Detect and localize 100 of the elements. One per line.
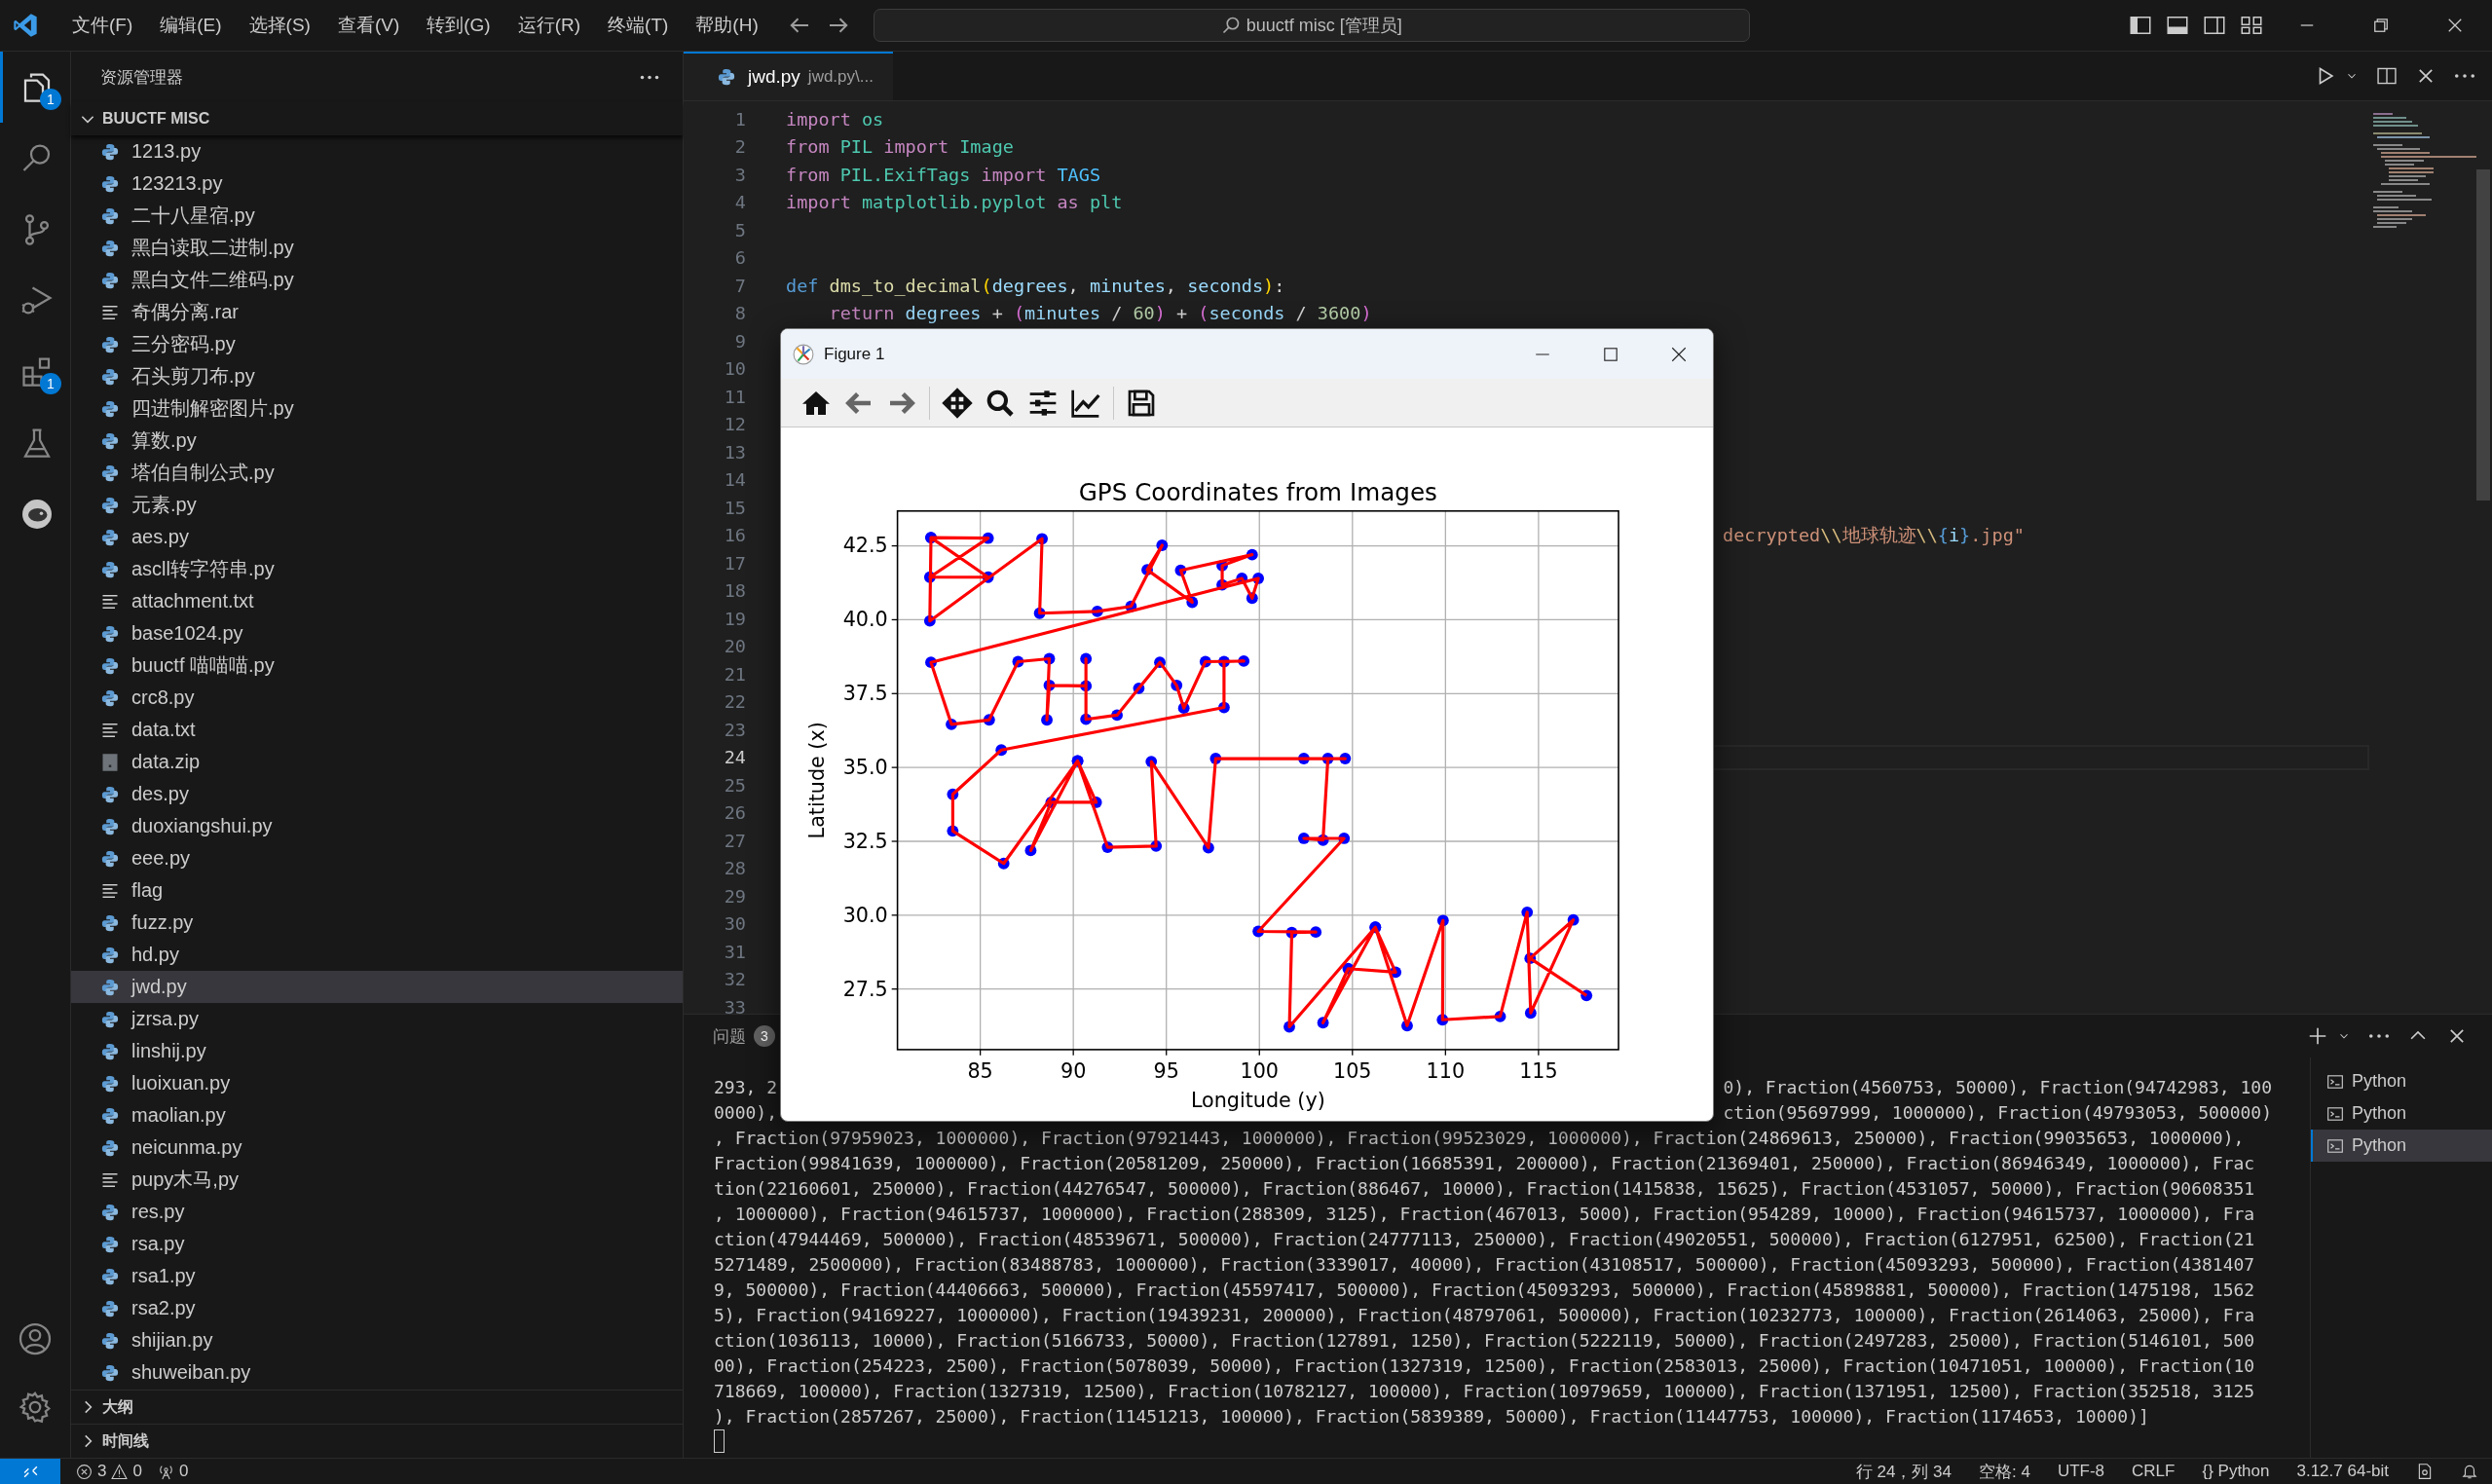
file-item[interactable]: data.zip [71, 746, 683, 778]
file-item[interactable]: fuzz.py [71, 907, 683, 939]
file-item[interactable]: data.txt [71, 714, 683, 746]
file-item[interactable]: 三分密码.py [71, 328, 683, 360]
y-tick-label: 40.0 [842, 608, 888, 632]
data-point [1218, 701, 1230, 714]
terminal-item[interactable]: Python [2311, 1097, 2492, 1130]
python-file-icon [100, 366, 120, 387]
file-item[interactable]: flag [71, 874, 683, 907]
count-badge: 3 [754, 1025, 775, 1047]
file-item[interactable]: 石头剪刀布.py [71, 360, 683, 392]
file-item[interactable]: linshij.py [71, 1035, 683, 1067]
layout-grid-icon[interactable] [2240, 14, 2263, 37]
data-point [997, 857, 1010, 870]
menu-item[interactable]: 帮助(H) [682, 13, 772, 38]
data-point [1043, 679, 1056, 691]
file-item[interactable]: ascll转字符串.py [71, 553, 683, 585]
file-item[interactable]: neicunma.py [71, 1132, 683, 1164]
file-item[interactable]: 四进制解密图片.py [71, 392, 683, 425]
scrollbar[interactable] [2476, 169, 2490, 501]
menu-item[interactable]: 查看(V) [323, 13, 414, 38]
x-tick-label: 110 [1426, 1059, 1466, 1084]
file-item[interactable]: base1024.py [71, 617, 683, 649]
file-item[interactable]: shuweiban.py [71, 1356, 683, 1389]
data-point [1033, 607, 1046, 619]
file-item[interactable]: crc8.py [71, 682, 683, 714]
code-line: import os [786, 108, 884, 130]
restore-icon[interactable] [2371, 16, 2391, 35]
language-mode[interactable]: {} Python [2202, 1462, 2270, 1481]
file-item[interactable]: jzrsa.py [71, 1003, 683, 1035]
settings-icon[interactable] [18, 1390, 53, 1425]
warning-icon [111, 1463, 129, 1480]
file-item[interactable]: 123213.py [71, 167, 683, 200]
problems-status[interactable]: 3 0 [76, 1462, 142, 1481]
file-item[interactable]: 二十八星宿.py [71, 200, 683, 232]
section-header[interactable]: BUUCTF MISC [71, 102, 683, 135]
ports-status[interactable]: 0 [157, 1462, 189, 1481]
document-icon[interactable] [2416, 1463, 2434, 1480]
file-item[interactable]: attachment.txt [71, 585, 683, 617]
file-item[interactable]: hd.py [71, 939, 683, 971]
menu-item[interactable]: 转到(G) [413, 13, 504, 38]
secondary-sidebar-icon[interactable] [2203, 14, 2226, 37]
section-header[interactable]: 大纲 [71, 1390, 683, 1424]
file-item[interactable]: 元素.py [71, 489, 683, 521]
cursor-position[interactable]: 行 24，列 34 [1855, 1460, 1952, 1483]
file-item[interactable]: 1213.py [71, 135, 683, 167]
menu-item[interactable]: 终端(T) [594, 13, 683, 38]
line-ending[interactable]: CRLF [2132, 1462, 2176, 1481]
line-number: 9 [733, 330, 746, 352]
split-editor-icon[interactable] [2376, 65, 2398, 87]
file-item[interactable]: pupy木马,py [71, 1164, 683, 1196]
file-item[interactable]: maolian.py [71, 1099, 683, 1132]
line-number: 31 [723, 941, 746, 962]
command-center-search[interactable]: buuctf misc [管理员] [873, 9, 1750, 42]
file-item[interactable]: res.py [71, 1196, 683, 1228]
file-item[interactable]: rsa1.py [71, 1260, 683, 1292]
sidebar-title: 资源管理器 [100, 66, 183, 89]
file-item[interactable]: rsa.py [71, 1228, 683, 1260]
account-icon[interactable] [18, 1321, 53, 1356]
bell-icon[interactable] [2461, 1463, 2478, 1480]
data-point [1216, 578, 1228, 591]
file-item[interactable]: luoixuan.py [71, 1067, 683, 1099]
file-item[interactable]: eee.py [71, 842, 683, 874]
menu-item[interactable]: 运行(R) [503, 13, 595, 38]
file-item[interactable]: buuctf 喵喵喵.py [71, 649, 683, 682]
line-number: 12 [723, 414, 746, 435]
indentation[interactable]: 空格: 4 [1979, 1460, 2030, 1483]
file-item[interactable]: 奇偶分离.rar [71, 296, 683, 328]
editor-tab[interactable]: jwd.py jwd.py\... [684, 52, 893, 100]
close-icon[interactable] [1670, 345, 1688, 363]
file-item[interactable]: 算数.py [71, 425, 683, 457]
panel-tab[interactable]: 问题 3 [713, 1024, 775, 1048]
file-item[interactable]: 黑白读取二进制.py [71, 232, 683, 264]
file-item[interactable]: aes.py [71, 521, 683, 553]
more-icon[interactable] [640, 74, 659, 80]
terminal-item[interactable]: Python [2311, 1065, 2492, 1097]
menu-item[interactable]: 编辑(E) [146, 13, 236, 38]
file-item[interactable]: des.py [71, 778, 683, 810]
sidebar-toggle-icon[interactable] [2129, 14, 2152, 37]
data-point [1012, 655, 1024, 668]
file-item[interactable]: 黑白文件二维码.py [71, 264, 683, 296]
terminal-text: 293, 2 [714, 1076, 778, 1099]
encoding[interactable]: UTF-8 [2057, 1462, 2105, 1481]
terminal-text: Fraction(99841639, 1000000), Fraction(20581209, 250000), Fraction(16685391, 200000), Fraction(21369401, 250000), Fraction(86946349, 1000000), Frac [714, 1152, 2255, 1175]
file-item[interactable]: shijian.py [71, 1324, 683, 1356]
activity-item[interactable]: 1 [0, 336, 70, 407]
panel-toggle-icon[interactable] [2166, 14, 2189, 37]
file-item[interactable]: 塔伯自制公式.py [71, 457, 683, 489]
menu-item[interactable]: 选择(S) [235, 13, 324, 38]
file-item[interactable]: duoxiangshui.py [71, 810, 683, 842]
line-number: 1 [733, 108, 746, 130]
python-interpreter[interactable]: 3.12.7 64-bit [2296, 1462, 2389, 1481]
file-item[interactable]: jwd.py [71, 971, 683, 1003]
file-item[interactable]: rsa2.py [71, 1292, 683, 1324]
maximize-icon[interactable] [1602, 345, 1619, 363]
data-point [1171, 679, 1183, 691]
plus-icon[interactable] [2307, 1025, 2328, 1047]
terminal-item[interactable]: Python [2311, 1130, 2492, 1162]
menu-item[interactable]: 文件(F) [58, 13, 147, 38]
move-icon[interactable] [942, 387, 973, 419]
